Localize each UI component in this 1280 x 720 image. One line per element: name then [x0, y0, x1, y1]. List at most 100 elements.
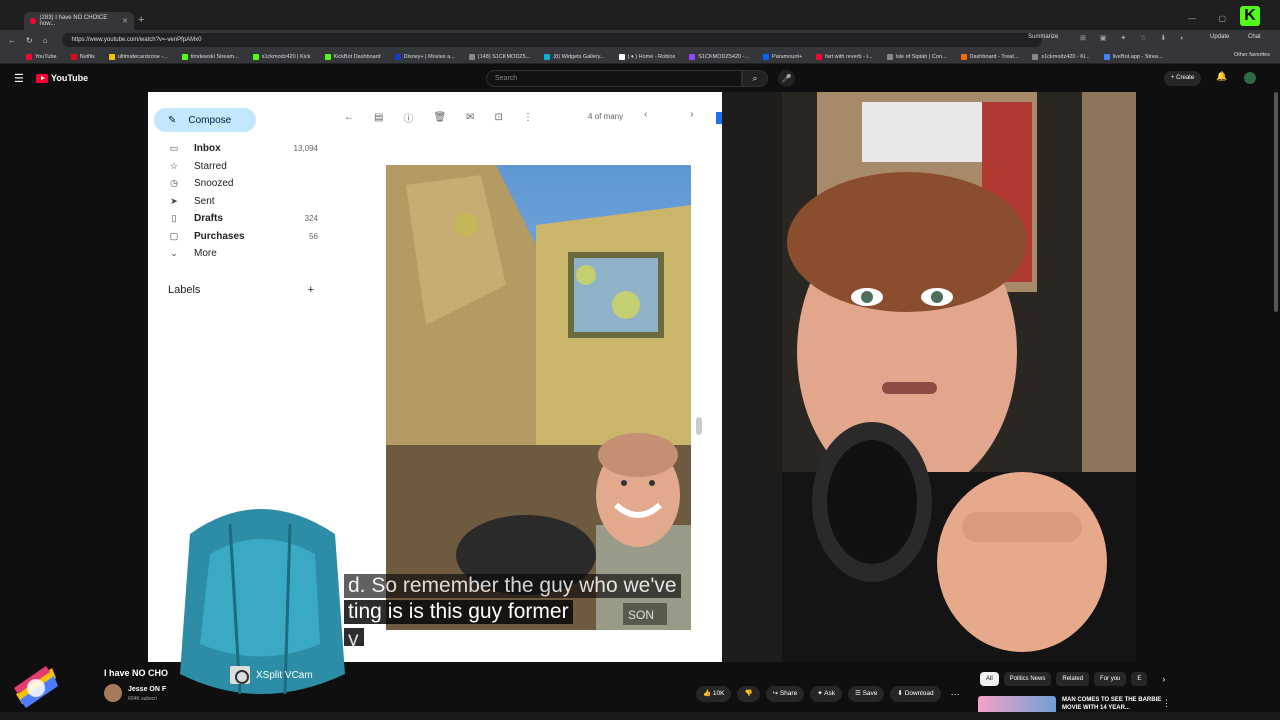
bookmark-label: liveBot.app - Strea...: [1112, 53, 1163, 60]
channel-name[interactable]: Jesse ON F: [128, 686, 166, 693]
bookmark-label: ultimatecardzone -...: [117, 53, 168, 60]
star-icon: ☆: [169, 160, 179, 171]
bookmark-label: s1ckmodz420 | Kick: [261, 53, 311, 60]
gmail-nav-count: 56: [309, 231, 318, 241]
like-count: 10K: [712, 690, 725, 697]
bookmark-item[interactable]: (8) Widgets Gallery...: [544, 53, 605, 60]
chat-button[interactable]: Chat: [1248, 34, 1261, 40]
menu-icon[interactable]: ☰: [14, 72, 24, 85]
filter-chip[interactable]: For you: [1094, 672, 1127, 686]
thumbs-down-icon: 👎: [744, 690, 753, 697]
bookmark-favicon-icon: [1103, 53, 1110, 60]
like-button[interactable]: 👍 10K: [696, 686, 732, 702]
window-controls[interactable]: — ▢: [1188, 14, 1236, 23]
bookmark-item[interactable]: KickBot Dashboard: [324, 53, 381, 60]
browser-tabstrip: (283) I have NO CHOICE now... ✕ + — ▢ K: [0, 0, 1280, 30]
search-input[interactable]: Search: [486, 70, 742, 87]
gmail-nav-item: ➤ Sent: [168, 193, 318, 211]
bookmark-label: (8) Widgets Gallery...: [553, 53, 605, 60]
home-icon[interactable]: ⌂: [43, 36, 48, 45]
search-icon: ⌕: [752, 73, 758, 83]
url-field[interactable]: https://www.youtube.com/watch?v=-venPfpA…: [61, 33, 1042, 47]
filter-chip[interactable]: Related: [1056, 672, 1090, 686]
browser-tab[interactable]: (283) I have NO CHOICE now... ✕: [24, 12, 134, 30]
other-favorites-button[interactable]: Other favorites: [1234, 52, 1270, 58]
bookmark-item[interactable]: liveBot.app - Strea...: [1103, 53, 1163, 60]
reload-icon[interactable]: ↻: [26, 36, 33, 45]
chips-next-icon[interactable]: ›: [1162, 674, 1165, 684]
save-button[interactable]: ☰ Save: [847, 686, 885, 702]
new-tab-icon[interactable]: +: [138, 14, 144, 26]
bookmark-favicon-icon: [252, 53, 259, 60]
back-icon[interactable]: ←: [8, 36, 16, 45]
bookmark-favicon-icon: [324, 53, 331, 60]
bookmark-item[interactable]: s1ckmodz420 | Kick: [252, 53, 311, 60]
soldier-photo-image: SON: [386, 165, 691, 630]
summarize-button[interactable]: Summarize: [1028, 34, 1058, 40]
extension-icons[interactable]: ⊞ ▣ ✦ ☆ ⬇ ◐: [1080, 34, 1190, 42]
filter-chip[interactable]: Politics News: [1003, 672, 1052, 686]
compose-label: Compose: [188, 114, 232, 126]
bookmark-label: ( ♦ ) Home - Roblox: [627, 53, 676, 60]
recommendation-chips: All Politics News Related For you E ›: [980, 672, 1165, 686]
bag-icon: ▢: [169, 230, 179, 241]
bookmark-label: (148) S1CKMODZ5...: [477, 53, 531, 60]
gmail-nav-label: More: [194, 248, 217, 260]
bookmark-item[interactable]: S1CKMODZ5420 -...: [689, 53, 749, 60]
ask-button[interactable]: ✦ Ask: [810, 686, 842, 702]
gmail-nav-item: ⌄ More: [168, 245, 318, 263]
close-tab-icon[interactable]: ✕: [122, 17, 128, 25]
bookmark-favicon-icon: [886, 53, 893, 60]
account-avatar[interactable]: [1244, 72, 1256, 84]
bookmark-item[interactable]: Netflix: [70, 53, 95, 60]
bookmark-item[interactable]: YouTube: [26, 53, 57, 60]
gmail-nav-label: Drafts: [194, 213, 223, 225]
voice-search-icon[interactable]: 🎤: [778, 70, 795, 87]
ask-label: Ask: [824, 690, 835, 697]
youtube-logo-text: YouTube: [51, 73, 89, 83]
mark-unread-icon: ✉: [466, 112, 475, 123]
clock-icon: ◷: [170, 178, 178, 189]
bookmark-item[interactable]: Isle of Siptah | Con...: [886, 53, 947, 60]
create-button[interactable]: + Create: [1164, 71, 1202, 86]
bookmark-item[interactable]: ultimatecardzone -...: [108, 53, 168, 60]
gmail-nav-item: ◷ Snoozed: [168, 175, 318, 193]
more-actions-icon[interactable]: ⋯: [951, 689, 960, 700]
bookmark-item[interactable]: (148) S1CKMODZ5...: [468, 53, 531, 60]
recommendation-more-icon[interactable]: ⋮: [1162, 698, 1171, 709]
channel-avatar[interactable]: [104, 684, 122, 702]
bookmark-item[interactable]: fart with reverb - I...: [816, 53, 873, 60]
bookmark-label: Dashboard - Treat...: [969, 53, 1019, 60]
bookmark-label: KickBot Dashboard: [333, 53, 381, 60]
chevron-down-icon: ⌄: [170, 248, 178, 259]
bookmark-item[interactable]: Dashboard - Treat...: [960, 53, 1019, 60]
share-button[interactable]: ↪ Share: [765, 686, 805, 702]
filter-chip[interactable]: All: [980, 672, 999, 686]
bookmark-favicon-icon: [108, 53, 115, 60]
bookmark-item[interactable]: s1ckmodz420 - Ki...: [1032, 53, 1090, 60]
update-button[interactable]: Update: [1210, 34, 1229, 40]
bookmark-favicon-icon: [763, 53, 770, 60]
filter-chip[interactable]: E: [1131, 672, 1148, 686]
gmail-nav-label: Inbox: [194, 143, 221, 155]
back-arrow-icon: ←: [344, 112, 354, 123]
bookmark-label: Paramount+: [772, 53, 803, 60]
bookmark-item[interactable]: Paramount+: [763, 53, 803, 60]
download-button[interactable]: ⬇ Download: [890, 686, 941, 702]
bookmark-label: timdewski Stream...: [190, 53, 239, 60]
bookmark-item[interactable]: timdewski Stream...: [181, 53, 239, 60]
bookmark-favicon-icon: [394, 53, 401, 60]
bookmark-label: Disney+ | Movies a...: [403, 53, 455, 60]
page-scrollbar[interactable]: [1274, 92, 1278, 312]
bookmark-item[interactable]: ( ♦ ) Home - Roblox: [618, 53, 676, 60]
youtube-header: ☰ YouTube Search ⌕ 🎤 + Create 🔔: [0, 64, 1280, 92]
bookmark-label: Isle of Siptah | Con...: [895, 53, 947, 60]
save-label: Save: [862, 690, 878, 697]
chair-overlay-image: [180, 509, 345, 695]
notifications-bell-icon[interactable]: 🔔: [1216, 71, 1227, 82]
dislike-button[interactable]: 👎: [737, 686, 760, 702]
xsplit-watermark: XSplit VCam: [230, 666, 313, 684]
bookmark-item[interactable]: Disney+ | Movies a...: [394, 53, 455, 60]
youtube-logo[interactable]: YouTube: [36, 73, 88, 83]
search-button[interactable]: ⌕: [742, 70, 768, 87]
